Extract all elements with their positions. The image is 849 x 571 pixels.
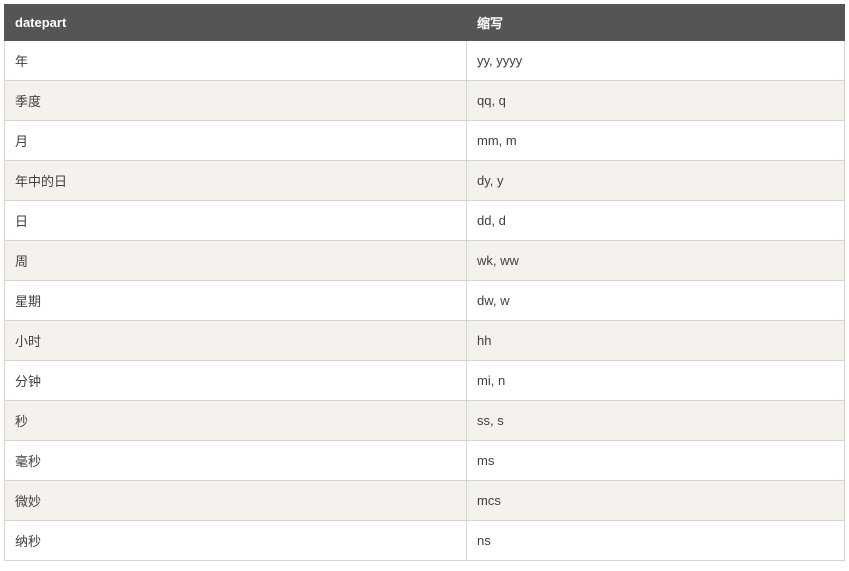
cell-datepart: 秒 xyxy=(5,401,467,441)
cell-abbr: dd, d xyxy=(467,201,845,241)
cell-abbr: mcs xyxy=(467,481,845,521)
cell-datepart: 纳秒 xyxy=(5,521,467,561)
cell-datepart: 周 xyxy=(5,241,467,281)
cell-abbr: mm, m xyxy=(467,121,845,161)
cell-datepart: 分钟 xyxy=(5,361,467,401)
cell-datepart: 月 xyxy=(5,121,467,161)
table-row: 周 wk, ww xyxy=(5,241,845,281)
cell-datepart: 年中的日 xyxy=(5,161,467,201)
cell-datepart: 小时 xyxy=(5,321,467,361)
cell-abbr: yy, yyyy xyxy=(467,41,845,81)
table-body: 年 yy, yyyy 季度 qq, q 月 mm, m 年中的日 dy, y 日… xyxy=(5,41,845,561)
header-abbreviation: 缩写 xyxy=(467,5,845,41)
table-row: 星期 dw, w xyxy=(5,281,845,321)
cell-datepart: 微妙 xyxy=(5,481,467,521)
cell-abbr: ms xyxy=(467,441,845,481)
table-row: 日 dd, d xyxy=(5,201,845,241)
cell-abbr: dy, y xyxy=(467,161,845,201)
datepart-table: datepart 缩写 年 yy, yyyy 季度 qq, q 月 mm, m … xyxy=(4,4,845,561)
table-row: 纳秒 ns xyxy=(5,521,845,561)
table-row: 年 yy, yyyy xyxy=(5,41,845,81)
cell-abbr: ss, s xyxy=(467,401,845,441)
table-row: 小时 hh xyxy=(5,321,845,361)
cell-abbr: mi, n xyxy=(467,361,845,401)
cell-abbr: ns xyxy=(467,521,845,561)
table-row: 年中的日 dy, y xyxy=(5,161,845,201)
cell-datepart: 日 xyxy=(5,201,467,241)
cell-abbr: wk, ww xyxy=(467,241,845,281)
cell-datepart: 季度 xyxy=(5,81,467,121)
table-row: 秒 ss, s xyxy=(5,401,845,441)
table-row: 毫秒 ms xyxy=(5,441,845,481)
table-row: 月 mm, m xyxy=(5,121,845,161)
header-row: datepart 缩写 xyxy=(5,5,845,41)
header-datepart: datepart xyxy=(5,5,467,41)
table-row: 季度 qq, q xyxy=(5,81,845,121)
cell-datepart: 星期 xyxy=(5,281,467,321)
table-header: datepart 缩写 xyxy=(5,5,845,41)
table-row: 微妙 mcs xyxy=(5,481,845,521)
cell-datepart: 年 xyxy=(5,41,467,81)
table-row: 分钟 mi, n xyxy=(5,361,845,401)
cell-datepart: 毫秒 xyxy=(5,441,467,481)
cell-abbr: hh xyxy=(467,321,845,361)
cell-abbr: qq, q xyxy=(467,81,845,121)
cell-abbr: dw, w xyxy=(467,281,845,321)
